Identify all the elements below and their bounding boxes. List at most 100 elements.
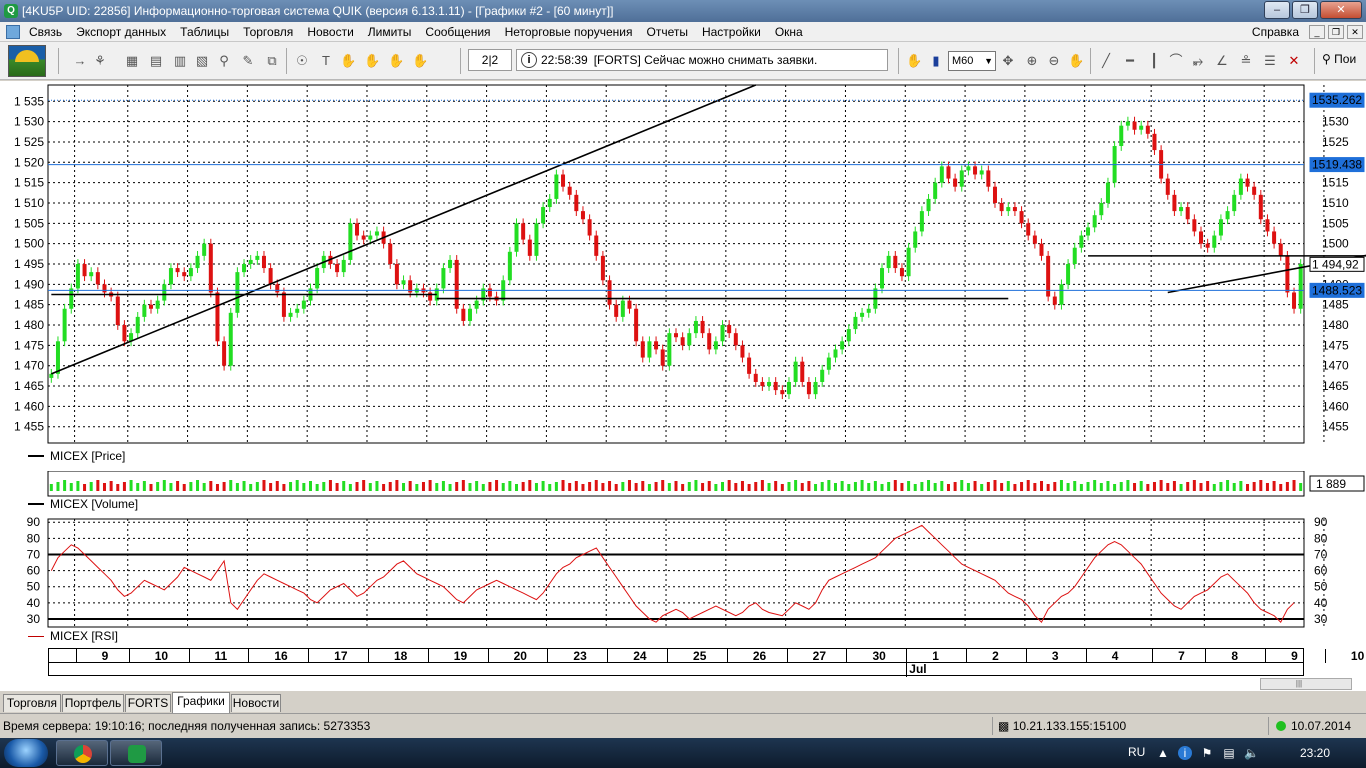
hand-icon[interactable]: ✋ (340, 53, 356, 69)
candle-body (547, 198, 552, 208)
hand-buy-icon[interactable]: ✋ (364, 53, 380, 69)
table-icon[interactable]: ▦ (124, 53, 140, 69)
volume-bar (508, 481, 512, 491)
status-date-value: 10.07.2014 (1291, 719, 1352, 733)
menu-bar: Связь Экспорт данных Таблицы Торговля Но… (0, 22, 1366, 42)
trades-table-icon[interactable]: ▧ (194, 53, 210, 69)
taskbar-chrome[interactable] (56, 740, 108, 766)
timeframe-select[interactable]: M60 ▼ (948, 51, 996, 71)
zoom-in-icon[interactable]: ⊕ (1024, 53, 1040, 69)
volume-icon[interactable]: 🔈 (1244, 746, 1259, 760)
horizontal-line-icon[interactable]: ━ (1122, 53, 1138, 69)
maximize-button[interactable]: ❐ (1292, 1, 1318, 19)
channel-icon[interactable]: ≗ (1238, 53, 1254, 69)
tab-bar: Торговля Портфель FORTS Графики Новости (0, 690, 1366, 713)
date-separator (966, 649, 968, 663)
menu-non-trading-orders[interactable]: Неторговые поручения (498, 25, 640, 39)
search-table-icon[interactable]: ⚲ (216, 53, 232, 69)
volume-bar (468, 483, 472, 491)
candle-body (1172, 194, 1177, 212)
action-center-flag-icon[interactable]: ⚑ (1200, 746, 1214, 760)
quotes-table-icon[interactable]: ▤ (148, 53, 164, 69)
tab-charts[interactable]: Графики (172, 692, 230, 713)
price-chart[interactable]: 1 455 1 460 1 465 1 470 1 475 1 480 1 485 1 490… (0, 81, 1366, 447)
copy-icon[interactable]: ⧉ (264, 53, 280, 69)
price-tick-left: 1 480 (14, 318, 44, 332)
candle-body (1225, 211, 1230, 220)
menu-tables[interactable]: Таблицы (173, 25, 236, 39)
tray-expand-icon[interactable]: ▲ (1156, 746, 1170, 760)
volume-bar (475, 481, 479, 491)
language-indicator[interactable]: RU (1128, 745, 1145, 759)
volume-bar (1139, 481, 1143, 491)
disconnect-icon[interactable]: ⚘ (92, 53, 108, 69)
move-icon[interactable]: ✥ (1000, 53, 1016, 69)
volume-bar (1232, 483, 1236, 491)
tab-news[interactable]: Новости (231, 694, 281, 712)
alert-icon[interactable]: ☉ (294, 53, 310, 69)
volume-bar (481, 484, 485, 491)
tray-info-icon[interactable]: i (1178, 746, 1192, 760)
close-button[interactable]: ✕ (1320, 1, 1362, 19)
volume-chart[interactable]: 1 889 (0, 471, 1366, 497)
edit-table-icon[interactable]: ✎ (240, 53, 256, 69)
menu-data-export[interactable]: Экспорт данных (69, 25, 173, 39)
drag-hand-icon[interactable]: ✋ (906, 53, 922, 69)
rsi-tick-left: 80 (27, 531, 41, 545)
hand-sell-icon[interactable]: ✋ (388, 53, 404, 69)
volume-bar (840, 481, 844, 491)
menu-help[interactable]: Справка (1245, 25, 1306, 39)
horizontal-scrollbar[interactable]: ||| (1260, 678, 1352, 690)
candle-body (541, 207, 546, 224)
menu-messages[interactable]: Сообщения (418, 25, 497, 39)
menu-connection[interactable]: Связь (22, 25, 69, 39)
vertical-line-icon[interactable]: ┃ (1146, 53, 1162, 69)
volume-legend-label: MICEX [Volume] (50, 497, 139, 511)
page-indicator[interactable]: 2|2 (468, 49, 512, 71)
menu-reports[interactable]: Отчеты (639, 25, 694, 39)
volume-bar (388, 482, 392, 491)
child-window-icon[interactable] (6, 24, 20, 39)
start-button[interactable] (4, 739, 48, 767)
fibonacci-levels-icon[interactable]: ☰ (1262, 53, 1278, 69)
minimize-button[interactable]: – (1264, 1, 1290, 19)
menu-windows[interactable]: Окна (768, 25, 810, 39)
volume-bar (421, 482, 425, 491)
tab-portfolio[interactable]: Портфель (62, 694, 124, 712)
tab-forts[interactable]: FORTS (125, 694, 171, 712)
fibonacci-fan-icon[interactable]: ⥵ (1190, 53, 1206, 69)
pan-icon[interactable]: ✋ (1068, 53, 1084, 69)
mdi-minimize-button[interactable]: _ (1309, 25, 1325, 39)
candle-body (767, 381, 772, 387)
candle-body (1205, 243, 1210, 248)
rsi-chart[interactable]: 30 30 40 40 50 50 60 60 70 70 80 80 90 90 (0, 517, 1366, 630)
hand-cancel-icon[interactable]: ✋ (412, 53, 428, 69)
tab-trading[interactable]: Торговля (3, 694, 61, 712)
menu-limits[interactable]: Лимиты (361, 25, 419, 39)
search-button[interactable]: ⚲ Пои (1322, 52, 1356, 66)
arc-icon[interactable]: ⌒ (1168, 53, 1184, 69)
price-label-text: 1 494,92 (1312, 257, 1359, 271)
message-box[interactable]: i 22:58:39 [FORTS] Сейчас можно снимать … (516, 49, 888, 71)
delete-drawings-icon[interactable]: ✕ (1286, 53, 1302, 69)
candle-body (740, 345, 745, 358)
volume-bar (249, 484, 253, 491)
mdi-restore-button[interactable]: ❐ (1328, 25, 1344, 39)
taskbar-quik[interactable] (110, 740, 162, 766)
clock[interactable]: 23:20 (1300, 746, 1330, 760)
zoom-out-icon[interactable]: ⊖ (1046, 53, 1062, 69)
connect-icon[interactable]: → (72, 53, 88, 69)
menu-news[interactable]: Новости (300, 25, 360, 39)
trendline-icon[interactable]: ╱ (1098, 53, 1114, 69)
angle-icon[interactable]: ∠ (1214, 53, 1230, 69)
orders-table-icon[interactable]: ▥ (172, 53, 188, 69)
menu-trading[interactable]: Торговля (236, 25, 300, 39)
mdi-close-button[interactable]: ✕ (1347, 25, 1363, 39)
menu-settings[interactable]: Настройки (695, 25, 768, 39)
bar-chart-icon[interactable]: ▮ (928, 53, 944, 69)
network-tray-icon[interactable]: ▤ (1222, 746, 1236, 760)
date-axis: 9 10 11 16 17 18 19 20 23 24 25 26 27 30 1 2 3 4 7 8 9 10 Jul (48, 648, 1364, 677)
chart-window[interactable]: 1 455 1 460 1 465 1 470 1 475 1 480 1 485 1 490… (0, 81, 1366, 690)
scrollbar-thumb[interactable]: ||| (1291, 679, 1307, 689)
text-tool-icon[interactable]: T (318, 53, 334, 69)
